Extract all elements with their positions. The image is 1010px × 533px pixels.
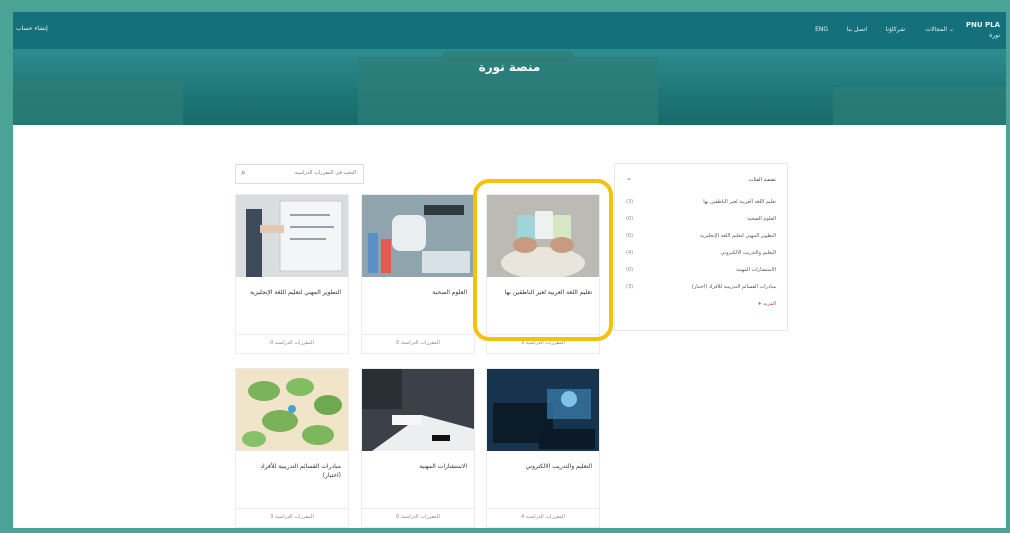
hero-banner: منصة نورة [13, 49, 1006, 125]
language-toggle[interactable]: ENG [815, 26, 828, 33]
course-count: 0 المقررات الدراسية [396, 514, 440, 520]
course-title[interactable]: العلوم الصحية [369, 288, 467, 297]
search-input[interactable] [252, 168, 356, 178]
chevron-down-icon: ⌄ [948, 26, 954, 33]
more-categories-link[interactable]: المزيد + [758, 301, 776, 307]
course-image-english [236, 195, 348, 277]
category-item[interactable]: التطوير المهني لتعليم اللغة الإنجليزية [700, 233, 776, 239]
category-count: (3) [626, 199, 634, 205]
course-image-vouchers [236, 369, 348, 451]
nav-contact[interactable]: اتصل بنا [847, 26, 867, 33]
signup-link[interactable]: إنشاء حساب [16, 25, 48, 32]
course-image-consulting [362, 369, 474, 451]
highlight-marker [473, 179, 613, 341]
category-count: (0) [626, 233, 634, 239]
course-title[interactable]: مبادرات القسائم التدريبية للأفراد (اختبا… [243, 462, 341, 480]
nav-categories-label: المجالات [925, 26, 948, 33]
hero-building-right [833, 87, 1006, 125]
plus-icon: + [757, 301, 762, 307]
course-card[interactable]: مبادرات القسائم التدريبية للأفراد (اختبا… [235, 368, 349, 528]
course-card[interactable]: التطوير المهني لتعليم اللغة الإنجليزية 0… [235, 194, 349, 354]
category-item[interactable]: التعليم والتدريب الالكتروني [721, 250, 776, 256]
course-count: 4 المقررات الدراسية [521, 514, 565, 520]
course-footer: 4 المقررات الدراسية [487, 508, 599, 527]
course-count: 3 المقررات الدراسية [270, 514, 314, 520]
category-count: (0) [626, 267, 634, 273]
course-title[interactable]: التعليم والتدريب الالكتروني [494, 462, 592, 471]
category-count: (0) [626, 216, 634, 222]
course-footer: 0 المقررات الدراسية [236, 334, 348, 353]
category-item[interactable]: تعليم اللغة العربية لغير الناطقين بها [703, 199, 776, 205]
more-label: المزيد [763, 301, 776, 307]
filter-heading[interactable]: تصفية الفئات [749, 177, 776, 183]
category-count: (4) [626, 250, 634, 256]
course-card[interactable]: التعليم والتدريب الالكتروني 4 المقررات ا… [486, 368, 600, 528]
course-footer: 3 المقررات الدراسية [236, 508, 348, 527]
course-title[interactable]: التطوير المهني لتعليم اللغة الإنجليزية [243, 288, 341, 297]
browser-viewport: PNU PLA نورة المجالات ⌄ شركاؤنا اتصل بنا… [13, 12, 1006, 528]
category-filter-panel: ⌄ تصفية الفئات تعليم اللغة العربية لغير … [614, 163, 788, 331]
search-icon[interactable]: ⌕ [241, 168, 245, 178]
hero-title: منصة نورة [478, 60, 541, 74]
top-navbar: PNU PLA نورة المجالات ⌄ شركاؤنا اتصل بنا… [13, 12, 1006, 49]
course-footer: 0 المقررات الدراسية [362, 508, 474, 527]
course-count: 0 المقررات الدراسية [396, 340, 440, 346]
course-count: 0 المقررات الدراسية [270, 340, 314, 346]
course-title[interactable]: الاستشارات المهنية [369, 462, 467, 471]
course-card[interactable]: الاستشارات المهنية 0 المقررات الدراسية [361, 368, 475, 528]
hero-building-left [13, 79, 183, 125]
course-search: ⌕ [235, 164, 364, 184]
nav-partners[interactable]: شركاؤنا [886, 26, 905, 33]
chevron-down-icon[interactable]: ⌄ [626, 174, 632, 182]
course-image-health [362, 195, 474, 277]
category-item[interactable]: العلوم الصحية [747, 216, 776, 222]
category-item[interactable]: الاستشارات المهنية [736, 267, 776, 273]
category-item[interactable]: مبادرات القسائم التدريبية للأفراد (اختبا… [692, 284, 776, 290]
brand-subtitle[interactable]: نورة [989, 32, 1000, 39]
course-card[interactable]: العلوم الصحية 0 المقررات الدراسية [361, 194, 475, 354]
course-footer: 0 المقررات الدراسية [362, 334, 474, 353]
course-image-elearning [487, 369, 599, 451]
nav-categories[interactable]: المجالات ⌄ [925, 26, 954, 33]
category-count: (3) [626, 284, 634, 290]
brand-name[interactable]: PNU PLA [966, 21, 1000, 29]
